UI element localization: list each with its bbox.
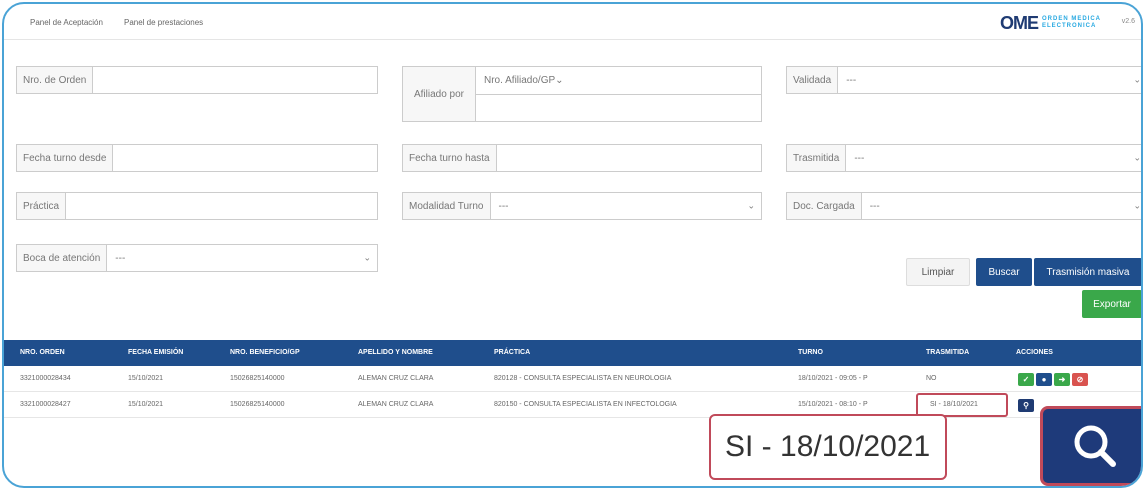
nro-orden-input[interactable] <box>93 67 377 93</box>
boca-atencion-field[interactable]: Boca de atención --- ⌄ <box>16 244 378 272</box>
check-icon[interactable]: ✓ <box>1018 373 1034 386</box>
logo-line-2: ELECTRONICA <box>1041 23 1097 29</box>
chevron-down-icon: ⌄ <box>747 200 755 211</box>
afiliado-label: Afiliado por <box>403 67 476 121</box>
trasmision-masiva-button[interactable]: Trasmisión masiva <box>1034 258 1141 286</box>
afiliado-field: Afiliado por Nro. Afiliado/GP ⌄ <box>402 66 762 122</box>
cell-fecha-emision: 15/10/2021 <box>128 401 164 408</box>
doc-cargada-select[interactable]: --- ⌄ <box>862 193 1141 219</box>
chevron-down-icon: ⌄ <box>1133 152 1141 163</box>
fecha-hasta-label: Fecha turno hasta <box>403 145 497 171</box>
modalidad-field[interactable]: Modalidad Turno --- ⌄ <box>402 192 762 220</box>
search-icon[interactable] <box>1040 406 1141 486</box>
col-nro-orden: NRO. ORDEN <box>20 349 65 356</box>
search-icon-svg <box>1074 425 1116 467</box>
trasmitida-zoom-callout: SI - 18/10/2021 <box>709 414 947 480</box>
cell-fecha-emision: 15/10/2021 <box>128 375 164 382</box>
practica-label: Práctica <box>17 193 67 219</box>
table-row[interactable]: 3321000028434 15/10/2021 15026825140000 … <box>4 366 1141 392</box>
cell-nro-orden: 3321000028434 <box>20 375 71 382</box>
buscar-button[interactable]: Buscar <box>976 258 1032 286</box>
cell-turno: 18/10/2021 - 09:05 - P <box>798 375 868 382</box>
trasmitida-value: --- <box>854 152 865 164</box>
trasmitida-label: Trasmitida <box>787 145 847 171</box>
logo-text: OME <box>999 12 1039 33</box>
cell-practica: 820128 - CONSULTA ESPECIALISTA EN NEUROL… <box>494 375 672 382</box>
version-label: v2.6 <box>1121 18 1135 25</box>
user-icon[interactable]: ● <box>1036 373 1052 386</box>
chevron-down-icon: ⌄ <box>1133 200 1141 211</box>
afiliado-type-select[interactable]: Nro. Afiliado/GP ⌄ <box>476 67 761 95</box>
modalidad-label: Modalidad Turno <box>403 193 491 219</box>
nro-orden-field: Nro. de Orden <box>16 66 378 94</box>
cell-apellido-nombre: ALEMAN CRUZ CLARA <box>358 375 434 382</box>
nav-panel-prestaciones[interactable]: Panel de prestaciones <box>124 18 203 27</box>
fecha-hasta-input[interactable] <box>497 145 761 171</box>
cell-practica: 820150 - CONSULTA ESPECIALISTA EN INFECT… <box>494 401 677 408</box>
logo-line-1: ORDEN MEDICA <box>1041 16 1101 22</box>
afiliado-input[interactable] <box>476 95 761 121</box>
trasmitida-select[interactable]: --- ⌄ <box>846 145 1141 171</box>
col-trasmitida: TRASMITIDA <box>926 349 970 356</box>
app-frame: Panel de Aceptación Panel de prestacione… <box>2 2 1143 488</box>
fecha-desde-label: Fecha turno desde <box>17 145 114 171</box>
cell-turno: 15/10/2021 - 08:10 - P <box>798 401 868 408</box>
col-fecha-emision: FECHA EMISIÓN <box>128 349 184 356</box>
validada-field[interactable]: Validada --- ⌄ <box>786 66 1141 94</box>
nro-orden-label: Nro. de Orden <box>17 67 94 93</box>
table-header: NRO. ORDEN FECHA EMISIÓN NRO. BENEFICIO/… <box>4 340 1141 366</box>
top-nav: Panel de Aceptación Panel de prestacione… <box>4 4 1141 40</box>
doc-cargada-value: --- <box>869 200 880 212</box>
cell-nro-orden: 3321000028427 <box>20 401 71 408</box>
cell-nro-beneficio: 15026825140000 <box>230 375 285 382</box>
fecha-desde-input[interactable] <box>113 145 377 171</box>
practica-field: Práctica <box>16 192 378 220</box>
modalidad-select[interactable]: --- ⌄ <box>491 193 762 219</box>
brand-logo: OME ORDEN MEDICA ELECTRONICA <box>1000 12 1101 34</box>
cell-nro-beneficio: 15026825140000 <box>230 401 285 408</box>
validada-value: --- <box>846 74 857 86</box>
limpiar-button[interactable]: Limpiar <box>906 258 970 286</box>
chevron-down-icon: ⌄ <box>555 75 564 86</box>
cell-apellido-nombre: ALEMAN CRUZ CLARA <box>358 401 434 408</box>
practica-input[interactable] <box>66 193 377 219</box>
fecha-hasta-field: Fecha turno hasta <box>402 144 762 172</box>
exportar-button[interactable]: Exportar <box>1082 290 1141 318</box>
modalidad-value: --- <box>498 200 509 212</box>
doc-cargada-field[interactable]: Doc. Cargada --- ⌄ <box>786 192 1141 220</box>
trasmitida-field[interactable]: Trasmitida --- ⌄ <box>786 144 1141 172</box>
validada-label: Validada <box>787 67 839 93</box>
col-acciones: ACCIONES <box>1016 349 1053 356</box>
arrow-right-icon[interactable]: ➜ <box>1054 373 1070 386</box>
search-icon[interactable]: ⚲ <box>1018 399 1034 412</box>
boca-atencion-label: Boca de atención <box>17 245 108 271</box>
col-turno: TURNO <box>798 349 823 356</box>
cell-trasmitida: NO <box>926 375 937 382</box>
nav-panel-aceptacion[interactable]: Panel de Aceptación <box>30 18 103 27</box>
cancel-icon[interactable]: ⊘ <box>1072 373 1088 386</box>
validada-select[interactable]: --- ⌄ <box>838 67 1141 93</box>
boca-atencion-select[interactable]: --- ⌄ <box>107 245 377 271</box>
logo-subtitle: ORDEN MEDICA ELECTRONICA <box>1042 16 1101 30</box>
afiliado-type-value: Nro. Afiliado/GP <box>484 75 556 86</box>
chevron-down-icon: ⌄ <box>363 252 371 263</box>
col-practica: PRÁCTICA <box>494 349 531 356</box>
col-nro-beneficio: NRO. BENEFICIO/GP <box>230 349 300 356</box>
col-apellido-nombre: APELLIDO Y NOMBRE <box>358 349 433 356</box>
boca-atencion-value: --- <box>115 252 126 264</box>
chevron-down-icon: ⌄ <box>1133 74 1141 85</box>
doc-cargada-label: Doc. Cargada <box>787 193 862 219</box>
fecha-desde-field: Fecha turno desde <box>16 144 378 172</box>
